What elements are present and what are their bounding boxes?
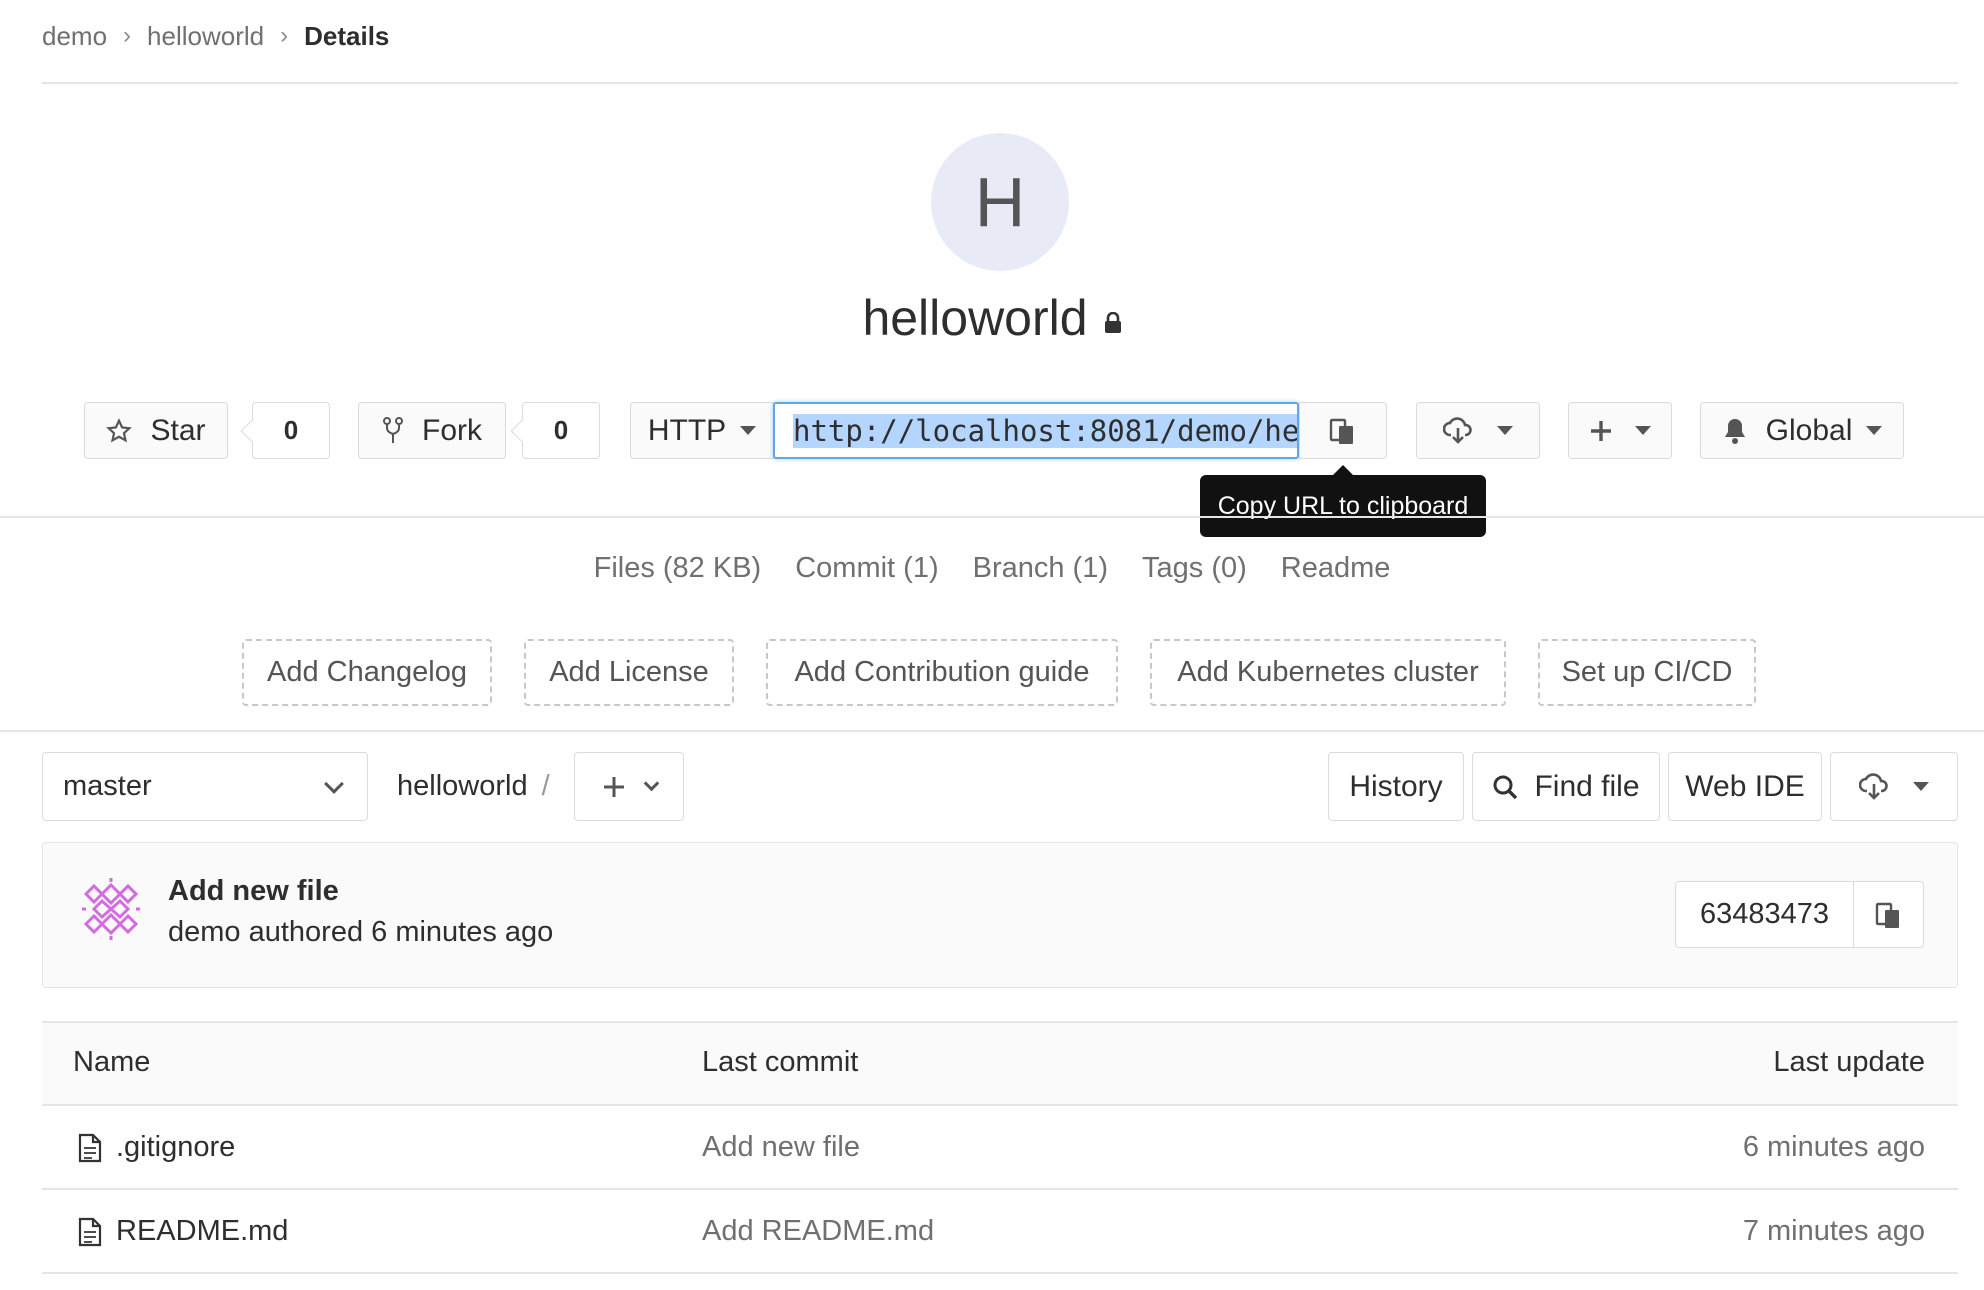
caret-down-icon [1497,426,1513,435]
file-icon [78,1133,102,1163]
commit-title[interactable]: Add new file [168,875,339,908]
plus-icon [602,775,626,799]
commit-sha[interactable]: 63483473 [1676,882,1854,947]
breadcrumb-item-demo[interactable]: demo [42,21,107,52]
commit-meta: demo authored 6 minutes ago [168,916,554,948]
cloud-download-icon [1859,772,1889,801]
add-license-label: Add License [549,656,709,688]
add-contribution-guide-label: Add Contribution guide [794,656,1090,688]
web-ide-button[interactable]: Web IDE [1668,752,1822,821]
file-last-update: 6 minutes ago [1742,1131,1925,1163]
star-button[interactable]: Star [84,402,228,459]
breadcrumb: demo › helloworld › Details [42,18,389,54]
add-license-button[interactable]: Add License [524,639,734,706]
path-separator: / [541,770,550,802]
fork-button[interactable]: Fork [358,402,506,459]
lock-icon [1104,312,1122,334]
fork-count[interactable]: 0 [522,402,600,459]
web-ide-label: Web IDE [1685,769,1805,803]
caret-down-icon [740,426,757,435]
find-file-button[interactable]: Find file [1472,752,1660,821]
protocol-label: HTTP [647,413,727,447]
caret-down-icon [1913,782,1929,791]
column-header-last-update: Last update [1773,1046,1925,1078]
download-dropdown[interactable] [1416,402,1540,459]
divider [42,82,1958,84]
plus-icon [1589,419,1613,443]
project-avatar: H [931,133,1069,271]
breadcrumb-item-helloworld[interactable]: helloworld [147,21,264,52]
column-header-name: Name [73,1046,151,1078]
file-name[interactable]: README.md [116,1215,288,1248]
add-kubernetes-cluster-button[interactable]: Add Kubernetes cluster [1150,639,1506,706]
file-table-header [42,1021,1958,1106]
divider [0,730,1984,732]
search-icon [1492,774,1518,800]
star-count-value: 0 [283,415,299,445]
path-root[interactable]: helloworld [397,770,528,803]
star-icon [106,417,133,444]
project-title: helloworld [0,285,1984,351]
setup-cicd-button[interactable]: Set up CI/CD [1538,639,1756,706]
divider [0,516,1984,518]
project-name: helloworld [862,290,1088,346]
add-to-tree-dropdown[interactable] [574,752,684,821]
project-stats: Files (82 KB) Commit (1) Branch (1) Tags… [0,552,1984,598]
file-icon [78,1217,102,1247]
file-last-update: 7 minutes ago [1742,1215,1925,1247]
row-divider [42,1272,1958,1274]
file-last-commit[interactable]: Add new file [702,1131,860,1164]
caret-down-icon [1866,426,1883,435]
file-last-commit[interactable]: Add README.md [702,1215,934,1248]
add-changelog-button[interactable]: Add Changelog [242,639,492,706]
star-count[interactable]: 0 [252,402,330,459]
stat-tags[interactable]: Tags (0) [1142,552,1247,598]
last-commit-panel [42,842,1958,988]
row-divider [42,1188,1958,1190]
clone-url-input[interactable]: http://localhost:8081/demo/he [773,402,1299,459]
stat-files[interactable]: Files (82 KB) [594,552,762,598]
bell-icon [1722,417,1748,445]
add-contribution-guide-button[interactable]: Add Contribution guide [766,639,1118,706]
copy-url-button[interactable] [1299,402,1387,459]
star-label: Star [150,413,206,447]
clipboard-icon [1329,416,1357,446]
commit-sha-group: 63483473 [1675,881,1924,948]
add-kubernetes-cluster-label: Add Kubernetes cluster [1177,656,1479,688]
copy-sha-button[interactable] [1854,882,1923,947]
stat-readme[interactable]: Readme [1281,552,1391,598]
add-changelog-label: Add Changelog [267,656,467,688]
branch-selector[interactable]: master [42,752,368,821]
chevron-right-icon: › [123,22,132,49]
clipboard-icon [1875,900,1903,930]
repo-download-dropdown[interactable] [1830,752,1958,821]
history-button[interactable]: History [1328,752,1464,821]
stat-commits[interactable]: Commit (1) [795,552,938,598]
find-file-label: Find file [1534,769,1640,803]
clone-url-text: http://localhost:8081/demo/he [793,413,1299,448]
repo-path: helloworld / [397,752,550,821]
avatar-letter: H [974,163,1026,241]
fork-label: Fork [422,413,482,447]
stat-branches[interactable]: Branch (1) [973,552,1108,598]
notifications-dropdown[interactable]: Global [1700,402,1904,459]
cloud-download-icon [1443,416,1473,445]
breadcrumb-current[interactable]: Details [304,21,389,52]
notification-level: Global [1765,413,1853,447]
fork-icon [382,416,404,445]
branch-name: master [63,770,152,802]
copy-url-tooltip: Copy URL to clipboard [1200,465,1486,537]
protocol-dropdown[interactable]: HTTP [630,402,774,459]
fork-count-value: 0 [553,415,569,445]
chevron-right-icon: › [280,22,289,49]
chevron-down-icon [324,773,344,794]
chevron-down-icon [643,775,659,792]
column-header-last-commit: Last commit [702,1046,859,1078]
file-name[interactable]: .gitignore [116,1131,235,1164]
caret-down-icon [1635,426,1651,435]
new-item-dropdown[interactable] [1568,402,1672,459]
setup-cicd-label: Set up CI/CD [1561,656,1733,688]
history-label: History [1349,769,1443,803]
identicon-avatar[interactable] [76,874,146,944]
